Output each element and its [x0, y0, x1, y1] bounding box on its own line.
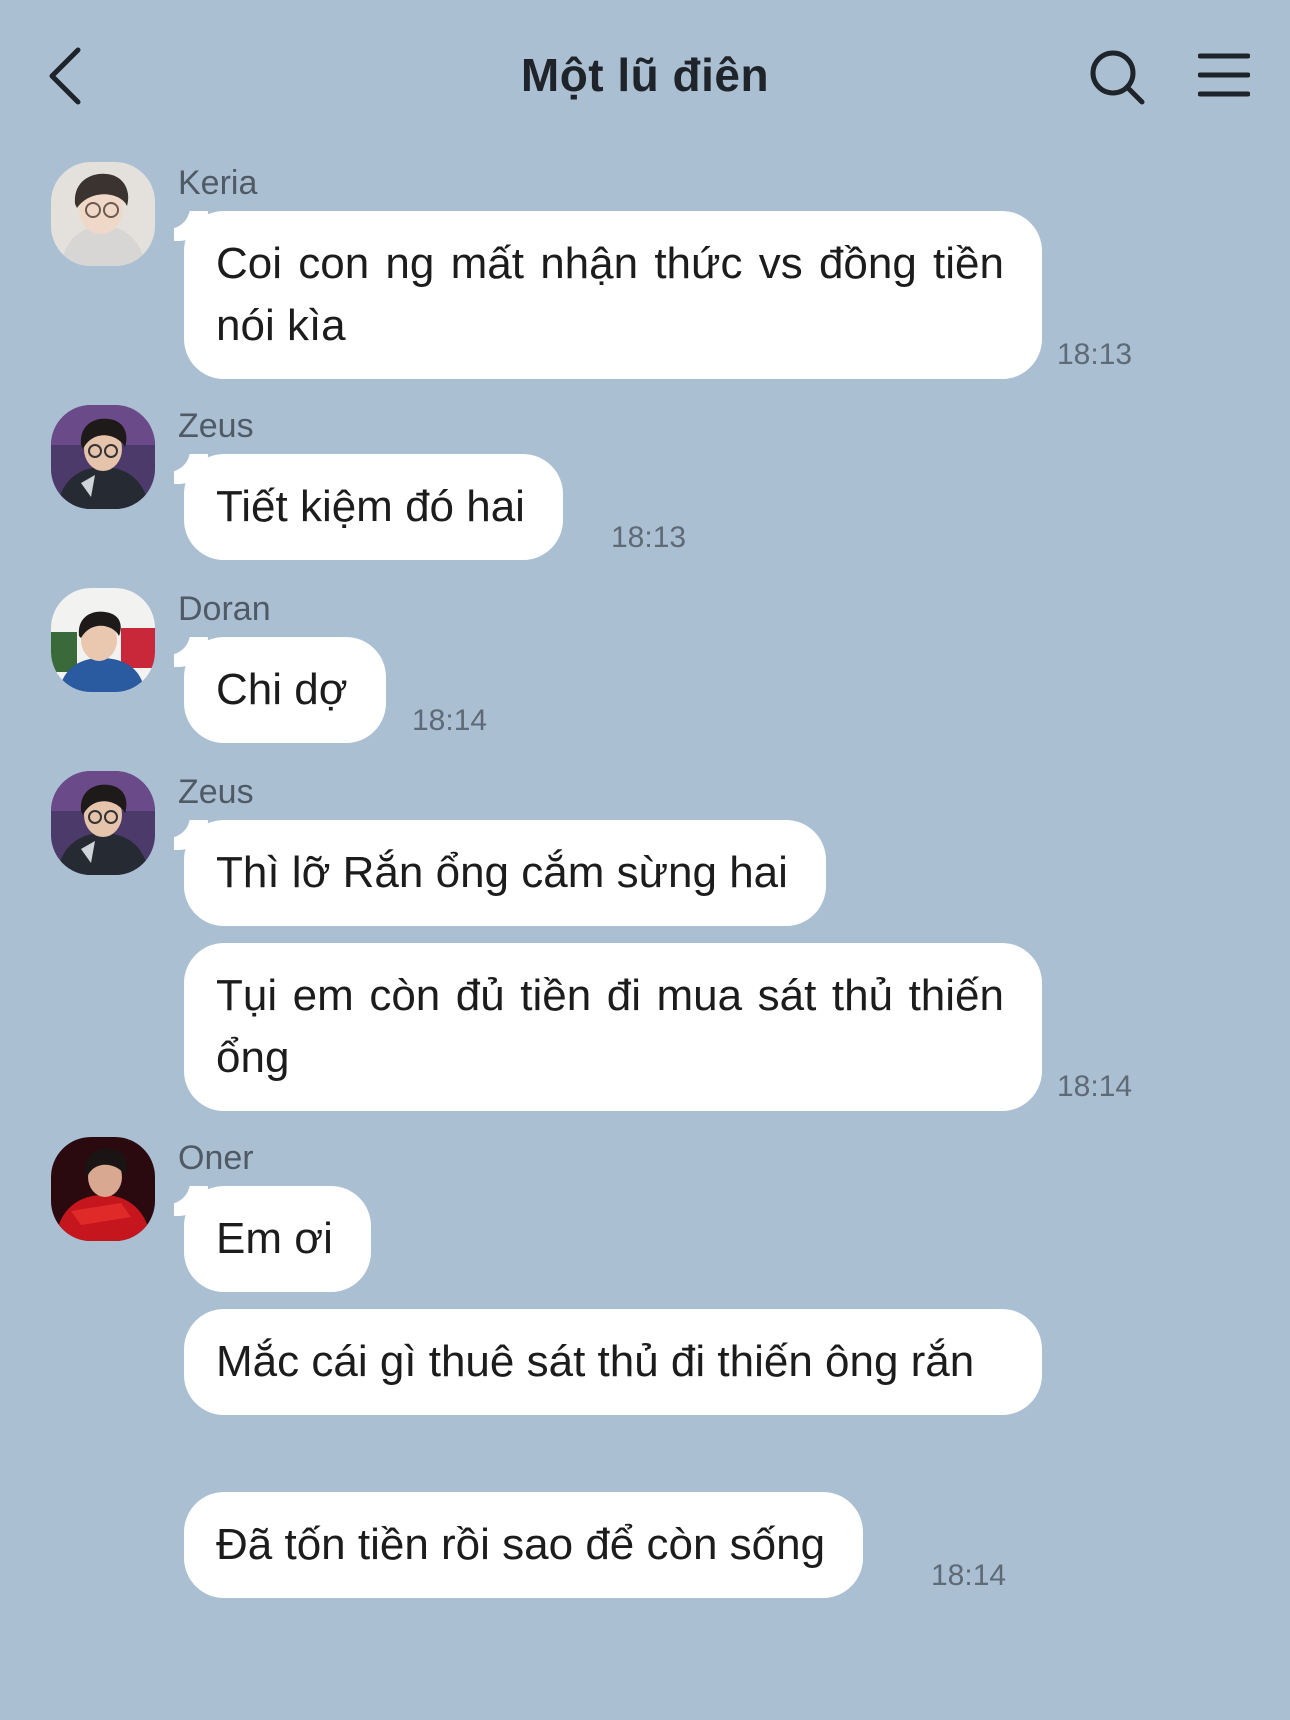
message-text: Tụi em còn đủ tiền đi mua sát thủ thiến …	[216, 971, 1004, 1082]
avatar-image	[51, 162, 155, 266]
message-bubble[interactable]: Em ơi	[164, 1182, 371, 1292]
sender-name: Doran	[178, 590, 271, 628]
hamburger-menu-icon	[1197, 53, 1251, 97]
message-text: Chi dợ	[216, 665, 348, 714]
avatar-image	[51, 588, 155, 692]
message-text: Mắc cái gì thuê sát thủ đi thiến ông rắn	[216, 1337, 975, 1386]
sender-name: Oner	[178, 1139, 254, 1177]
menu-button[interactable]	[1197, 52, 1251, 98]
avatar-image	[51, 405, 155, 509]
message-timestamp: 18:13	[611, 521, 687, 554]
avatar-image	[51, 1137, 155, 1241]
search-button[interactable]	[1088, 48, 1146, 106]
message-bubble[interactable]: Đã tốn tiền rồi sao để còn sống	[184, 1492, 864, 1598]
message-bubble[interactable]: Chi dợ	[164, 633, 386, 743]
message-bubble[interactable]: Coi con ng mất nhận thức vs đồng tiền nó…	[164, 207, 1042, 379]
avatar-oner[interactable]	[51, 1137, 155, 1241]
message-text: Tiết kiệm đó hai	[216, 482, 525, 531]
message-text: Coi con ng mất nhận thức vs đồng tiền nó…	[216, 239, 1004, 350]
message-timestamp: 18:14	[1057, 1070, 1133, 1103]
message-text: Em ơi	[216, 1214, 333, 1263]
sender-name: Keria	[178, 164, 258, 202]
avatar-image	[51, 771, 155, 875]
message-timestamp: 18:13	[1057, 338, 1133, 371]
message-text: Đã tốn tiền rồi sao để còn sống	[216, 1520, 826, 1569]
message-text: Thì lỡ Rắn ổng cắm sừng hai	[216, 848, 788, 897]
message-bubble[interactable]: Thì lỡ Rắn ổng cắm sừng hai	[164, 816, 826, 926]
chat-header: Một lũ điên	[0, 0, 1290, 150]
sender-name: Zeus	[178, 407, 254, 445]
avatar-doran[interactable]	[51, 588, 155, 692]
search-icon	[1090, 50, 1145, 105]
avatar-zeus[interactable]	[51, 771, 155, 875]
message-bubble[interactable]: Mắc cái gì thuê sát thủ đi thiến ông rắn	[184, 1309, 1042, 1415]
message-bubble[interactable]: Tiết kiệm đó hai	[164, 450, 563, 560]
message-timestamp: 18:14	[412, 704, 488, 737]
avatar-zeus[interactable]	[51, 405, 155, 509]
message-timestamp: 18:14	[931, 1559, 1007, 1592]
avatar-keria[interactable]	[51, 162, 155, 266]
sender-name: Zeus	[178, 773, 254, 811]
message-bubble[interactable]: Tụi em còn đủ tiền đi mua sát thủ thiến …	[184, 943, 1042, 1111]
